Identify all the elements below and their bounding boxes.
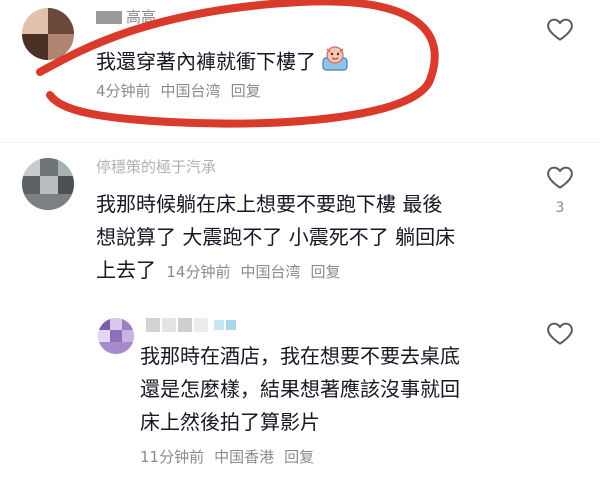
reply-button[interactable]: 回复 [310,263,340,281]
timestamp: 4分钟前 [96,82,151,100]
comment-1: 高高 我還穿著內褲就衝下樓了 4分钟前 中国台湾 回复 [0,0,600,140]
timestamp: 11分钟前 [140,448,205,466]
heart-outline-icon [547,18,573,41]
comment-text: 我還穿著內褲就衝下樓了 [96,44,350,82]
like-count: 3 [555,200,565,216]
username[interactable] [146,316,266,334]
location: 中国台湾 [240,263,301,281]
comment-text-line: 床上然後拍了算影片 [140,410,320,434]
like-button[interactable] [545,14,575,44]
avatar[interactable] [22,8,74,60]
comment-3: 我那時在酒店，我在想要不要去桌底 還是怎麼樣，結果想著應該沒事就回 床上然後拍了… [0,310,600,490]
reply-button[interactable]: 回复 [284,448,314,466]
avatar[interactable] [98,318,134,354]
like-button[interactable] [545,162,575,192]
reply-button[interactable]: 回复 [231,82,261,100]
location: 中国香港 [214,448,275,466]
comment-text: 我那時候躺在床上想要不要跑下樓 最後 想說算了 大震跑不了 小震死不了 躺回床 … [96,188,455,289]
heart-outline-icon [547,166,573,189]
cheering-character-icon [320,44,350,82]
comment-text-line: 上去了 14分钟前 中国台湾 回复 [96,258,341,282]
location: 中国台湾 [160,82,221,100]
comment-text-line: 想說算了 大震跑不了 小震死不了 躺回床 [96,225,456,249]
comment-meta: 4分钟前 中国台湾 回复 [96,80,271,101]
timestamp: 14分钟前 [166,263,231,281]
username[interactable]: 高高 [96,6,156,27]
heart-outline-icon [547,322,573,345]
comment-text-line: 我那時在酒店，我在想要不要去桌底 [140,344,460,368]
comment-text-line: 還是怎麼樣，結果想著應該沒事就回 [140,377,460,401]
comment-text-line: 我那時候躺在床上想要不要跑下樓 最後 [96,192,443,216]
avatar[interactable] [22,158,74,210]
comment-text: 我那時在酒店，我在想要不要去桌底 還是怎麼樣，結果想著應該沒事就回 床上然後拍了… [140,340,460,439]
like-button[interactable] [545,318,575,348]
comment-meta: 11分钟前 中国香港 回复 [140,446,324,467]
username[interactable]: 停穩策的極于汽承 [96,156,216,177]
divider [0,142,600,143]
comment-2: 停穩策的極于汽承 我那時候躺在床上想要不要跑下樓 最後 想說算了 大震跑不了 小… [0,150,600,300]
